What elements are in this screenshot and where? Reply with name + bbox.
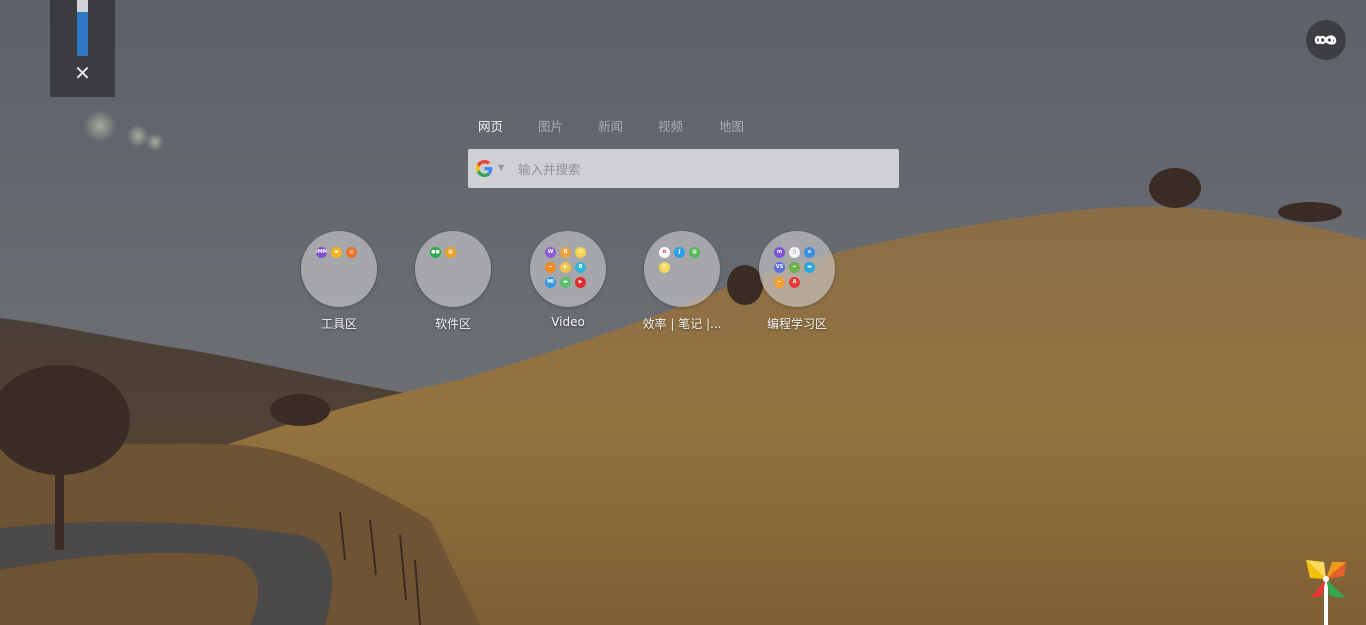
app-icon: ≡ <box>804 247 815 258</box>
grid-app-icon: ▦ <box>445 247 456 258</box>
app-icon: W <box>545 247 556 258</box>
app-icon: ━ <box>789 262 800 273</box>
search-box: ▼ <box>468 149 899 188</box>
app-icon: m <box>774 247 785 258</box>
app-icon: ●● <box>430 247 441 258</box>
folder-1[interactable]: iMM ▬ ◎ 工具区 <box>294 231 384 335</box>
volume-slider-fill <box>77 12 88 56</box>
folder-4[interactable]: π ʃ ▦ ✉ 效率 | 笔记 |... <box>637 231 727 335</box>
app-icon: MI <box>545 277 556 288</box>
folder-label: Video <box>551 315 585 329</box>
tab-web[interactable]: 网页 <box>478 116 503 135</box>
app-icon: ━ <box>545 262 556 273</box>
tab-images[interactable]: 图片 <box>538 116 563 135</box>
folder-2[interactable]: ●● ▦ 软件区 <box>408 231 498 335</box>
folder-icon: m ▯ ≡ VS ━ ▬ ━ A <box>759 231 835 307</box>
firefox-icon: ◎ <box>346 247 357 258</box>
tab-news[interactable]: 新闻 <box>598 116 623 135</box>
tab-video[interactable]: 视频 <box>658 116 683 135</box>
app-icon: VS <box>774 262 785 273</box>
app-icon: ━ <box>774 277 785 288</box>
close-icon[interactable]: ✕ <box>50 60 115 86</box>
folder-icon: W B ☺ ━ ◐ B MI ▬ ▶ <box>530 231 606 307</box>
folder-label: 软件区 <box>434 317 471 331</box>
folder-label: 效率 | 笔记 |... <box>642 317 722 331</box>
app-icon: A <box>789 277 800 288</box>
google-icon <box>476 160 493 177</box>
folder-5[interactable]: m ▯ ≡ VS ━ ▬ ━ A 编程学习区 <box>752 231 842 335</box>
app-icon: ʃ <box>674 247 685 258</box>
app-icon: iMM <box>316 247 327 258</box>
infinity-icon <box>1314 35 1337 45</box>
tab-maps[interactable]: 地图 <box>719 116 744 135</box>
volume-slider[interactable] <box>77 0 88 56</box>
folder-3[interactable]: W B ☺ ━ ◐ B MI ▬ ▶ Video <box>523 231 613 335</box>
folder-icon: iMM ▬ ◎ <box>301 231 377 307</box>
folder-label: 工具区 <box>320 317 357 331</box>
app-icon: B <box>575 262 586 273</box>
chevron-down-icon: ▼ <box>498 163 505 172</box>
folder-icon: π ʃ ▦ ✉ <box>644 231 720 307</box>
app-icon: ✉ <box>659 262 670 273</box>
pinwheel-button[interactable] <box>1302 556 1350 625</box>
app-icon: ▦ <box>689 247 700 258</box>
folder-label: 编程学习区 <box>766 317 827 331</box>
app-icon: π <box>659 247 670 258</box>
youtube-icon: ▶ <box>575 277 586 288</box>
side-panel: ✕ <box>50 0 115 97</box>
app-icon: ▬ <box>331 247 342 258</box>
search-input[interactable] <box>516 158 890 180</box>
folder-icon: ●● ▦ <box>415 231 491 307</box>
search-tabs: 网页 图片 新闻 视频 地图 <box>466 116 766 136</box>
pinwheel-icon <box>1306 560 1346 625</box>
app-icon: ▬ <box>804 262 815 273</box>
app-icon: ▬ <box>560 277 571 288</box>
infinity-button[interactable] <box>1306 20 1346 60</box>
app-icon: ☺ <box>575 247 586 258</box>
search-engine-selector[interactable]: ▼ <box>474 160 508 178</box>
app-icon: ◐ <box>560 262 571 273</box>
app-icon: B <box>560 247 571 258</box>
app-icon: ▯ <box>789 247 800 258</box>
